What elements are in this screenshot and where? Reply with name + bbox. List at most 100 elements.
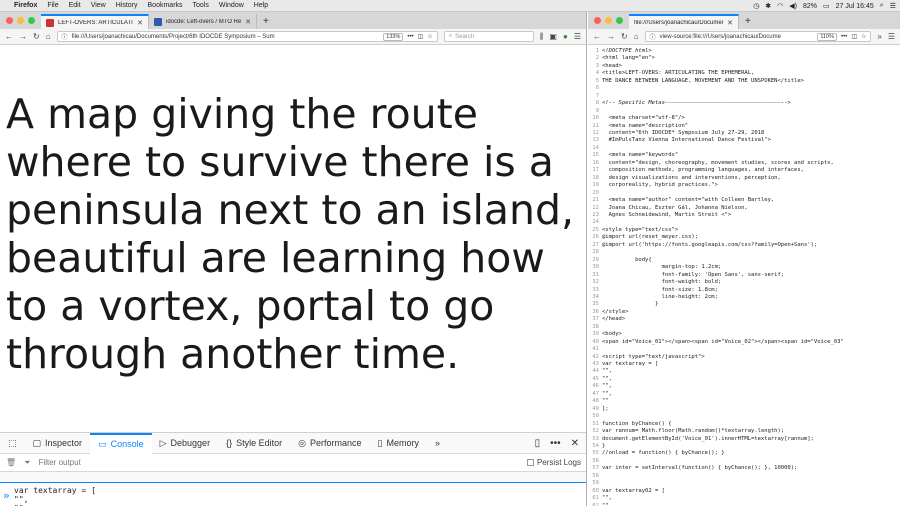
menu-window[interactable]: Window (219, 2, 244, 9)
notification-icon[interactable]: ☰ (890, 2, 896, 10)
new-tab-button[interactable]: + (257, 14, 275, 29)
reload-icon[interactable]: ↻ (621, 32, 628, 41)
menu-edit[interactable]: Edit (69, 2, 81, 9)
line-code: Agnes Schneidewind, Martin Streit <"> (602, 211, 732, 218)
time-machine-icon[interactable]: ◷ (753, 2, 759, 10)
url-bar[interactable]: ⓘ view-source:file:///Users/joanachicau/… (644, 31, 872, 42)
back-icon[interactable]: ← (5, 32, 13, 41)
spotlight-icon[interactable]: ⌕ (880, 2, 884, 10)
battery-icon[interactable]: ▭ (823, 2, 830, 10)
extension-icon[interactable]: ● (563, 32, 568, 41)
volume-icon[interactable]: ◀) (789, 2, 797, 10)
element-picker-icon[interactable]: ⬚ (0, 433, 25, 454)
source-line: 11 <meta name="description" (588, 123, 900, 130)
back-icon[interactable]: ← (593, 32, 601, 41)
bluetooth-icon[interactable]: ✱ (765, 2, 771, 10)
tab-style-editor[interactable]: {} Style Editor (218, 433, 290, 454)
reload-icon[interactable]: ↻ (33, 32, 40, 41)
line-number: 5 (595, 77, 599, 84)
info-icon[interactable]: ⓘ (650, 32, 656, 41)
overflow-icon[interactable]: » (877, 32, 881, 41)
filter-icon[interactable]: ⏷ (24, 458, 30, 468)
menu-help[interactable]: Help (254, 2, 268, 9)
performance-icon: ◎ (298, 437, 306, 448)
line-number: 21 (592, 197, 599, 204)
pocket-icon[interactable]: ◫ (851, 33, 857, 40)
url-bar[interactable]: ⓘ file:///Users/joanachicau/Documents/Pr… (56, 31, 438, 42)
zoom-indicator[interactable]: 110% (817, 32, 837, 41)
zoom-window-button[interactable] (616, 17, 623, 24)
menu-icon[interactable]: ☰ (888, 32, 895, 41)
menu-file[interactable]: File (47, 2, 58, 9)
battery-percent[interactable]: 82% (803, 3, 817, 10)
pocket-icon[interactable]: ◫ (418, 33, 424, 40)
home-icon[interactable]: ⌂ (634, 32, 639, 41)
line-number: 6 (595, 85, 599, 92)
wifi-icon[interactable]: ◠ (777, 2, 783, 10)
bookmark-star-icon[interactable]: ☆ (427, 33, 432, 40)
new-tab-button[interactable]: + (739, 14, 757, 29)
tab-performance[interactable]: ◎ Performance (290, 433, 369, 454)
dock-icon[interactable]: ▯ (535, 438, 541, 449)
tab-inspector[interactable]: ▢ Inspector (25, 433, 91, 454)
line-number: 51 (592, 420, 599, 427)
line-number: 61 (592, 495, 599, 502)
line-code: <meta charset="utf-8"/> (602, 115, 685, 122)
nav-bar: ← → ↻ ⌂ ⓘ view-source:file:///Users/joan… (588, 29, 900, 45)
forward-icon[interactable]: → (19, 32, 27, 41)
close-tab-icon[interactable]: ✕ (245, 18, 251, 26)
tab-idocde[interactable]: idocde: Left-overs / MTO Resid ✕ (149, 14, 257, 29)
minimize-window-button[interactable] (605, 17, 612, 24)
tab-memory[interactable]: ▯ Memory (370, 433, 427, 454)
more-tabs-icon[interactable]: » (427, 433, 448, 454)
tab-strip: file:///Users/joanachicau/Documen ✕ + (588, 12, 900, 29)
tab-view-source[interactable]: file:///Users/joanachicau/Documen ✕ (629, 14, 739, 29)
filter-input[interactable]: Filter output (39, 458, 81, 467)
window-controls (0, 12, 41, 29)
options-icon[interactable]: ••• (550, 438, 561, 449)
minimize-window-button[interactable] (17, 17, 24, 24)
sidebar-icon[interactable]: ▣ (549, 32, 557, 41)
line-code: <body> (602, 331, 622, 338)
nav-bar: ← → ↻ ⌂ ⓘ file:///Users/joanachicau/Docu… (0, 29, 586, 45)
tab-debugger[interactable]: ▷ Debugger (152, 433, 218, 454)
menu-history[interactable]: History (116, 2, 138, 9)
persist-logs-toggle[interactable]: Persist Logs (526, 458, 581, 467)
page-actions-icon[interactable]: ••• (407, 34, 413, 40)
tab-left-overs[interactable]: LEFT-OVERS: ARTICULATING THE ✕ (41, 14, 149, 29)
close-window-button[interactable] (594, 17, 601, 24)
zoom-indicator[interactable]: 133% (383, 32, 404, 41)
trash-icon[interactable]: 🗑 (6, 458, 16, 467)
close-tab-icon[interactable]: ✕ (727, 19, 733, 27)
persist-checkbox[interactable] (526, 459, 534, 466)
tab-console[interactable]: ▭ Console (90, 432, 152, 454)
library-icon[interactable]: ⫼ (540, 32, 544, 42)
console-input[interactable]: » var textarray = [ "", "", (0, 482, 586, 506)
line-code: content="design, choreography, movement … (602, 159, 834, 166)
menu-icon[interactable]: ☰ (574, 32, 581, 41)
bookmark-star-icon[interactable]: ☆ (861, 33, 866, 40)
forward-icon[interactable]: → (607, 32, 615, 41)
search-box[interactable]: ⌕ Search (443, 31, 534, 42)
source-line: 20 (588, 190, 900, 197)
line-code: var inter = setInterval(function() { byC… (602, 465, 798, 472)
menu-view[interactable]: View (91, 2, 106, 9)
clock[interactable]: 27 Jul 16:45 (836, 3, 874, 10)
inspector-icon: ▢ (32, 437, 42, 448)
source-line: 3 <head> (588, 63, 900, 70)
home-icon[interactable]: ⌂ (46, 32, 51, 41)
close-window-button[interactable] (6, 17, 13, 24)
page-actions-icon[interactable]: ••• (841, 34, 847, 40)
menu-bookmarks[interactable]: Bookmarks (148, 2, 183, 9)
line-code: "" (602, 398, 609, 405)
line-code: </head> (602, 316, 626, 323)
close-devtools-icon[interactable]: ✕ (571, 438, 579, 449)
zoom-window-button[interactable] (28, 17, 35, 24)
menu-tools[interactable]: Tools (193, 2, 209, 9)
source-line: 2 <html lang="en"> (588, 55, 900, 62)
line-code: <meta name="keywords" (602, 152, 679, 159)
close-tab-icon[interactable]: ✕ (137, 19, 143, 27)
menu-app-name[interactable]: Firefox (14, 2, 37, 9)
info-icon[interactable]: ⓘ (62, 32, 68, 41)
line-number: 27 (592, 241, 599, 248)
